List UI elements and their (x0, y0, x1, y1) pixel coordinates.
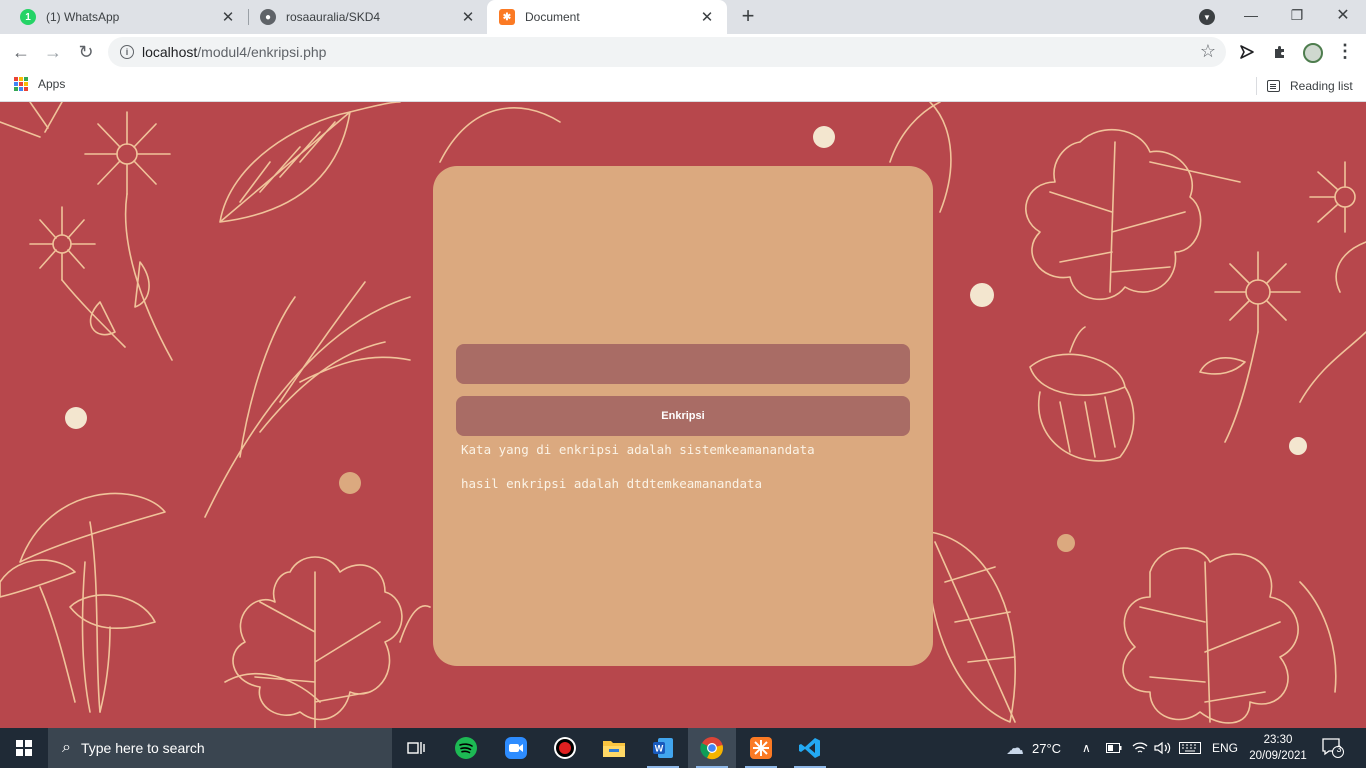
notification-center-button[interactable]: 3 (1322, 738, 1344, 758)
xampp-icon[interactable] (737, 728, 785, 768)
new-tab-button[interactable]: + (736, 5, 760, 29)
send-extension-icon[interactable] (1235, 40, 1259, 64)
windows-taskbar: ⌕ Type here to search W ☁ 27°C ∧ ENG 23:… (0, 728, 1366, 768)
notification-count: 3 (1336, 744, 1342, 754)
tab-document[interactable]: ✱ Document ✕ (487, 0, 727, 34)
clock-time: 23:30 (1263, 734, 1293, 746)
url-path: /modul4/enkripsi.php (197, 44, 327, 60)
clock[interactable]: 23:30 20/09/2021 (1246, 732, 1310, 764)
browser-toolbar: ← → ↻ i localhost/modul4/enkripsi.php ☆ … (0, 34, 1366, 70)
tab-title: (1) WhatsApp (46, 10, 120, 24)
chrome-icon[interactable] (688, 728, 736, 768)
wifi-icon[interactable] (1132, 728, 1148, 768)
encrypt-button[interactable]: Enkripsi (456, 396, 910, 436)
search-placeholder: Type here to search (80, 740, 205, 756)
extensions-puzzle-icon[interactable] (1268, 40, 1292, 64)
xampp-icon: ✱ (499, 9, 515, 25)
bookmark-star-icon[interactable]: ☆ (1200, 41, 1216, 62)
address-bar[interactable]: i localhost/modul4/enkripsi.php ☆ (108, 37, 1226, 67)
clock-date: 20/09/2021 (1249, 750, 1307, 762)
show-hidden-icons-icon[interactable]: ∧ (1082, 728, 1091, 768)
task-view-icon[interactable] (392, 728, 440, 768)
windows-logo-icon (16, 740, 32, 756)
profile-avatar[interactable] (1303, 43, 1323, 63)
zoom-icon[interactable] (492, 728, 540, 768)
ciphertext-result-text: hasil enkripsi adalah dtdtemkeamanandata (461, 476, 763, 491)
menu-kebab-icon[interactable]: ⋮ (1336, 40, 1354, 64)
weather-temperature: 27°C (1032, 740, 1062, 756)
close-tab-icon[interactable]: ✕ (460, 8, 476, 26)
apps-shortcut[interactable]: Apps (14, 77, 65, 91)
minimize-button[interactable]: — (1228, 0, 1274, 30)
daisy-flower-icon (0, 102, 173, 361)
taskbar-search[interactable]: ⌕ Type here to search (48, 728, 392, 768)
site-info-icon[interactable]: i (120, 45, 134, 59)
restore-button[interactable]: ❐ (1274, 0, 1320, 30)
apps-label: Apps (38, 77, 66, 91)
vscode-icon[interactable] (786, 728, 834, 768)
file-explorer-icon[interactable] (590, 728, 638, 768)
tab-github[interactable]: ● rosaauralia/SKD4 ✕ (248, 0, 488, 34)
whatsapp-icon: 1 (20, 9, 36, 25)
forward-button[interactable]: → (40, 39, 66, 65)
tab-whatsapp[interactable]: 1 (1) WhatsApp ✕ (8, 0, 248, 34)
svg-text:W: W (655, 744, 664, 754)
encryption-card: Enkripsi Kata yang di enkripsi adalah si… (433, 166, 933, 666)
volume-icon[interactable] (1154, 728, 1172, 768)
plaintext-input[interactable] (456, 344, 910, 384)
reload-button[interactable]: ↻ (73, 39, 99, 65)
language-indicator[interactable]: ENG (1212, 728, 1238, 768)
word-icon[interactable]: W (639, 728, 687, 768)
keyboard-icon[interactable] (1179, 728, 1201, 768)
recorder-icon[interactable] (541, 728, 589, 768)
apps-grid-icon (14, 77, 28, 91)
reading-list-icon (1267, 80, 1280, 92)
reading-list-button[interactable]: Reading list (1256, 77, 1353, 95)
github-icon: ● (260, 9, 276, 25)
tab-strip: 1 (1) WhatsApp ✕ ● rosaauralia/SKD4 ✕ ✱ … (0, 0, 1366, 34)
start-button[interactable] (0, 728, 48, 768)
tab-title: rosaauralia/SKD4 (286, 10, 381, 24)
back-button[interactable]: ← (8, 39, 34, 65)
spotify-icon[interactable] (442, 728, 490, 768)
reading-list-label: Reading list (1290, 79, 1353, 93)
bookmarks-bar: Apps Reading list (0, 70, 1366, 102)
tab-title: Document (525, 10, 580, 24)
tab-search-icon[interactable]: ▼ (1199, 9, 1215, 25)
close-tab-icon[interactable]: ✕ (699, 8, 715, 26)
weather-cloud-icon: ☁ (1006, 737, 1024, 758)
url-host: localhost (142, 44, 198, 60)
battery-icon[interactable] (1106, 728, 1122, 768)
close-window-button[interactable]: ✕ (1320, 0, 1366, 30)
close-tab-icon[interactable]: ✕ (220, 8, 236, 26)
weather-widget[interactable]: ☁ 27°C (1006, 728, 1061, 768)
plaintext-result-text: Kata yang di enkripsi adalah sistemkeama… (461, 442, 815, 457)
page-viewport: Enkripsi Kata yang di enkripsi adalah si… (0, 102, 1366, 728)
search-icon: ⌕ (62, 739, 71, 756)
